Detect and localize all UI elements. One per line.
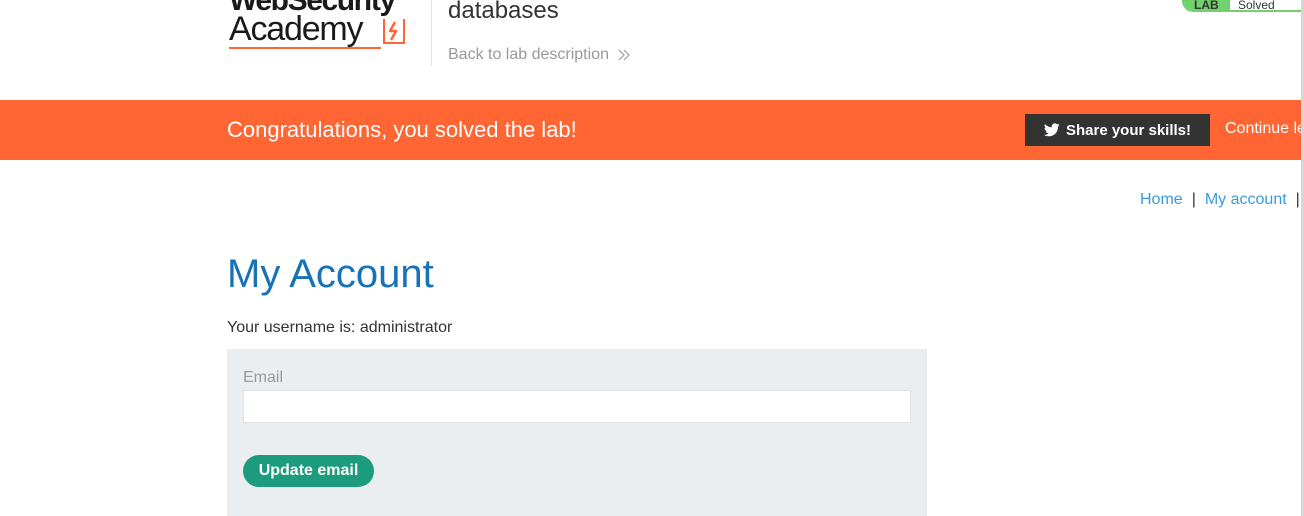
- email-input[interactable]: [243, 390, 911, 423]
- nav-my-account-link[interactable]: My account: [1205, 191, 1287, 208]
- header-divider: [431, 0, 432, 66]
- twitter-icon: [1043, 123, 1060, 137]
- page-title: My Account: [227, 252, 434, 296]
- congratulations-message: Congratulations, you solved the lab!: [227, 117, 577, 142]
- top-navigation: Home | My account |: [1140, 190, 1304, 210]
- update-email-button[interactable]: Update email: [243, 455, 374, 487]
- nav-separator: |: [1295, 191, 1300, 208]
- username-text: Your username is: administrator: [227, 319, 453, 336]
- back-to-lab-description-link[interactable]: Back to lab description: [448, 45, 631, 65]
- lightning-icon: [383, 19, 405, 44]
- nav-separator: |: [1191, 191, 1196, 208]
- change-email-form: Email Update email: [227, 349, 927, 516]
- nav-home-link[interactable]: Home: [1140, 191, 1183, 208]
- logo-underline: [229, 47, 381, 49]
- lab-status-left: LAB: [1184, 0, 1230, 10]
- lab-status-right: Solved: [1230, 0, 1304, 10]
- lab-status-label: LAB: [1194, 0, 1219, 12]
- share-skills-label: Share your skills!: [1065, 121, 1192, 139]
- lab-title: databases: [448, 0, 559, 24]
- lab-status-widget: LAB Solved: [1182, 0, 1304, 12]
- web-security-academy-logo[interactable]: WebSecurity Academy: [229, 0, 429, 50]
- solved-banner: Congratulations, you solved the lab! Sha…: [0, 100, 1304, 160]
- site-header: WebSecurity Academy databases Back to la…: [0, 0, 1304, 100]
- continue-learning-link[interactable]: Continue le: [1225, 119, 1304, 139]
- logo-text-line2: Academy: [229, 10, 364, 48]
- share-skills-button[interactable]: Share your skills!: [1025, 114, 1210, 146]
- lab-status-value: Solved: [1238, 0, 1275, 12]
- email-label: Email: [243, 369, 284, 386]
- back-link-label: Back to lab description: [448, 46, 609, 63]
- double-chevron-right-icon: [618, 49, 630, 61]
